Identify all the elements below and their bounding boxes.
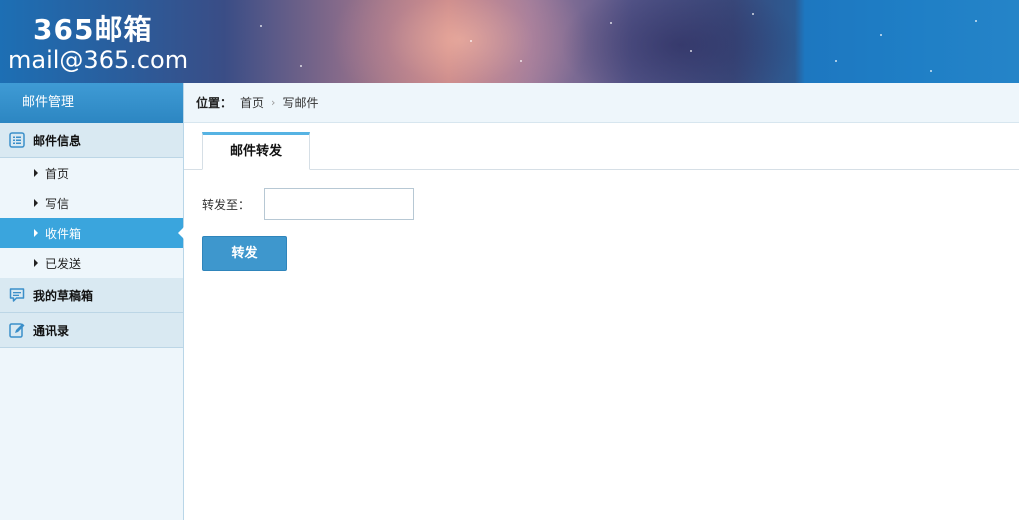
star (752, 13, 754, 15)
star (975, 20, 977, 22)
sidebar-group-label: 我的草稿箱 (33, 288, 94, 303)
caret-right-icon (34, 169, 38, 177)
breadcrumb-compose[interactable]: 写邮件 (282, 94, 318, 111)
header-nebula-dark (560, 0, 800, 83)
header-nebula (330, 0, 590, 83)
sidebar-heading: 邮件管理 (0, 83, 183, 123)
app-subtitle: mail@365.com (8, 46, 189, 74)
star (260, 25, 262, 27)
chat-icon (9, 287, 25, 303)
forward-field-row: 转发至： (202, 188, 414, 220)
sidebar-group-drafts[interactable]: 我的草稿箱 (0, 278, 183, 313)
forward-to-input[interactable] (264, 188, 414, 220)
caret-right-icon (34, 199, 38, 207)
sidebar-group-mail-info[interactable]: 邮件信息 (0, 123, 183, 158)
list-icon (9, 132, 25, 148)
caret-right-icon (34, 229, 38, 237)
sidebar-item-label: 写信 (45, 196, 70, 211)
tab-bar: 邮件转发 (184, 132, 1019, 170)
breadcrumb: 位置： 首页 › 写邮件 (184, 83, 1019, 123)
star (300, 65, 302, 67)
sidebar-item-label: 首页 (45, 166, 70, 181)
star (520, 60, 522, 62)
star (470, 40, 472, 42)
sidebar-item-label: 收件箱 (45, 226, 82, 241)
star (835, 60, 837, 62)
sidebar-item-sent[interactable]: 已发送 (0, 248, 183, 278)
breadcrumb-separator-icon: › (271, 96, 276, 109)
sidebar-item-label: 已发送 (45, 256, 82, 271)
sidebar-group-label: 通讯录 (33, 323, 70, 338)
breadcrumb-label: 位置： (196, 96, 233, 110)
sidebar-item-inbox[interactable]: 收件箱 (0, 218, 184, 248)
breadcrumb-home[interactable]: 首页 (240, 94, 264, 111)
star (930, 70, 932, 72)
sidebar-group-contacts[interactable]: 通讯录 (0, 313, 183, 348)
sidebar-group-label: 邮件信息 (33, 133, 82, 148)
edit-icon (9, 322, 25, 338)
forward-button[interactable]: 转发 (202, 236, 287, 271)
app-title: 365邮箱 (33, 13, 153, 46)
star (880, 34, 882, 36)
sidebar-item-compose[interactable]: 写信 (0, 188, 183, 218)
star (690, 50, 692, 52)
star (610, 22, 612, 24)
app-header: 365邮箱 mail@365.com (0, 0, 1019, 83)
tab-mail-forward[interactable]: 邮件转发 (202, 132, 310, 170)
sidebar: 邮件管理 邮件信息 首页 写信 收件箱 已发送 我的草稿箱 通讯录 (0, 83, 184, 520)
caret-right-icon (34, 259, 38, 267)
sidebar-item-home[interactable]: 首页 (0, 158, 183, 188)
forward-label: 转发至： (202, 197, 251, 212)
